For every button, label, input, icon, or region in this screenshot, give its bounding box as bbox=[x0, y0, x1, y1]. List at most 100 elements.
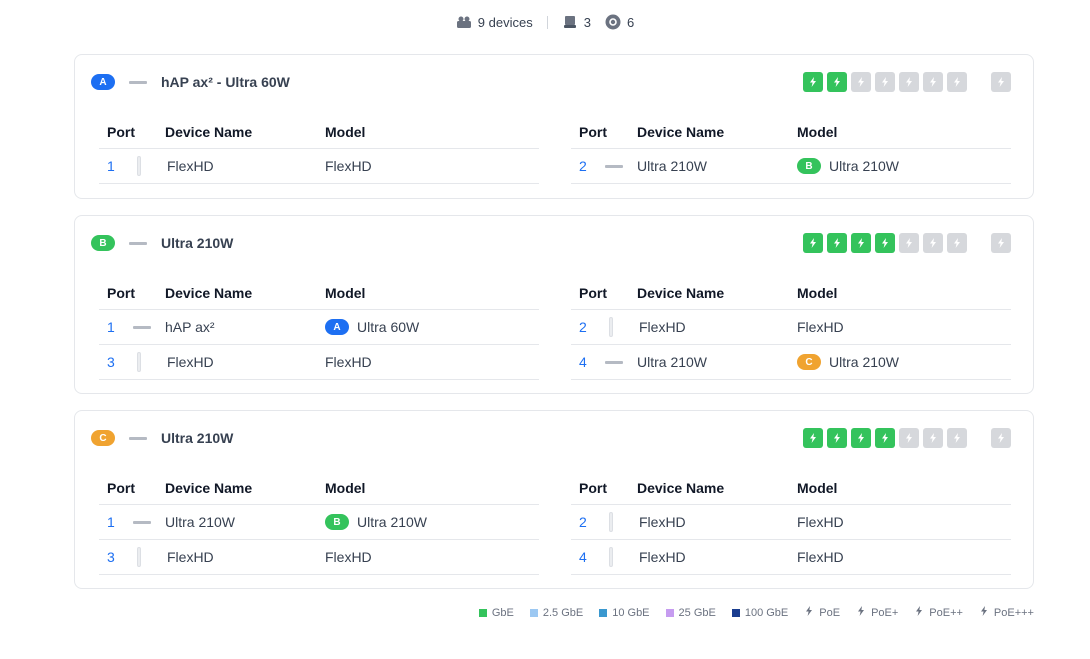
table-row[interactable]: 4 Ultra 210W C Ultra 210W bbox=[571, 345, 1011, 380]
model-cell: FlexHD bbox=[325, 549, 539, 565]
poe-port-icon[interactable] bbox=[851, 72, 871, 92]
table-row[interactable]: 3 FlexHD FlexHD bbox=[99, 540, 539, 575]
ports-table-left: Port Device Name Model 1 Ultra 210W B Ultra 21… bbox=[99, 472, 539, 575]
model-name: Ultra 210W bbox=[357, 514, 428, 530]
legend-item: PoE+ bbox=[856, 606, 898, 619]
port-status-strip bbox=[803, 233, 1011, 253]
port-link[interactable]: 4 bbox=[571, 354, 637, 370]
access-points-count: 6 bbox=[626, 14, 635, 30]
device-name: FlexHD bbox=[639, 514, 686, 530]
switch-device-icon bbox=[133, 325, 151, 329]
legend-label: PoE+ bbox=[871, 606, 899, 619]
table-row[interactable]: 1 FlexHD FlexHD bbox=[99, 149, 539, 184]
port-link[interactable]: 3 bbox=[99, 549, 165, 565]
header-port: Port bbox=[107, 480, 135, 496]
device-badge: B bbox=[91, 235, 115, 251]
device-name: Ultra 210W bbox=[637, 158, 708, 174]
header-model: Model bbox=[797, 124, 838, 140]
poe-port-icon[interactable] bbox=[947, 233, 967, 253]
poe-port-icon[interactable] bbox=[851, 428, 871, 448]
sfp-port-icon[interactable] bbox=[991, 233, 1011, 253]
device-card-c: C Ultra 210W Port Device Name Model 1 Ultra 21… bbox=[74, 410, 1034, 589]
table-row[interactable]: 1 hAP ax² A Ultra 60W bbox=[99, 310, 539, 345]
device-badge[interactable]: B bbox=[325, 514, 349, 530]
switches-count-group: 3 6 bbox=[562, 14, 634, 30]
device-badge[interactable]: C bbox=[797, 354, 821, 370]
port-link[interactable]: 1 bbox=[99, 319, 165, 335]
card-title: hAP ax² - Ultra 60W bbox=[161, 74, 290, 90]
port-link[interactable]: 2 bbox=[571, 319, 637, 335]
legend-label: GbE bbox=[491, 606, 514, 619]
header-model: Model bbox=[325, 124, 366, 140]
port-status-strip bbox=[803, 428, 1011, 448]
poe-icon bbox=[804, 606, 814, 619]
header-device-name: Device Name bbox=[637, 124, 725, 140]
device-name: FlexHD bbox=[639, 319, 686, 335]
device-name: FlexHD bbox=[167, 158, 214, 174]
summary-divider bbox=[546, 15, 548, 29]
table-header: Port Device Name Model bbox=[99, 116, 539, 149]
legend-label: 10 GbE bbox=[612, 606, 650, 619]
port-legend: GbE 2.5 GbE 10 GbE 25 GbE 100 GbE PoE PoE+ PoE+… bbox=[478, 606, 1034, 619]
poe-port-icon[interactable] bbox=[803, 233, 823, 253]
switch-device-icon bbox=[129, 241, 147, 245]
poe-port-icon[interactable] bbox=[875, 233, 895, 253]
table-header: Port Device Name Model bbox=[571, 116, 1011, 149]
poe-port-icon[interactable] bbox=[947, 72, 967, 92]
device-badge[interactable]: A bbox=[325, 319, 349, 335]
device-name-cell: Ultra 210W bbox=[133, 514, 325, 530]
legend-swatch bbox=[599, 608, 608, 617]
table-row[interactable]: 2 FlexHD FlexHD bbox=[571, 310, 1011, 345]
poe-port-icon[interactable] bbox=[803, 428, 823, 448]
switch-device-icon bbox=[605, 164, 623, 168]
header-port: Port bbox=[579, 480, 607, 496]
model-cell: B Ultra 210W bbox=[325, 514, 539, 530]
legend-item: 100 GbE bbox=[731, 607, 788, 619]
poe-port-icon[interactable] bbox=[899, 233, 919, 253]
legend-label: PoE+++ bbox=[993, 606, 1034, 619]
poe-port-icon[interactable] bbox=[875, 428, 895, 448]
table-row[interactable]: 1 Ultra 210W B Ultra 210W bbox=[99, 505, 539, 540]
sfp-port-icon[interactable] bbox=[991, 428, 1011, 448]
sfp-port-icon[interactable] bbox=[991, 72, 1011, 92]
ports-table-right: Port Device Name Model 2 FlexHD FlexHD 4 FlexHD… bbox=[571, 472, 1011, 575]
poe-port-icon[interactable] bbox=[899, 72, 919, 92]
port-link[interactable]: 1 bbox=[99, 514, 165, 530]
device-name-cell: FlexHD bbox=[609, 317, 797, 337]
switch-device-icon bbox=[129, 436, 147, 440]
header-port: Port bbox=[107, 124, 135, 140]
table-row[interactable]: 3 FlexHD FlexHD bbox=[99, 345, 539, 380]
access-point-device-icon bbox=[137, 547, 141, 567]
port-link[interactable]: 1 bbox=[99, 158, 165, 174]
port-link[interactable]: 2 bbox=[571, 514, 637, 530]
table-row[interactable]: 2 FlexHD FlexHD bbox=[571, 505, 1011, 540]
device-name-cell: FlexHD bbox=[137, 352, 325, 372]
port-link[interactable]: 3 bbox=[99, 354, 165, 370]
device-name-cell: Ultra 210W bbox=[605, 158, 797, 174]
poe-port-icon[interactable] bbox=[923, 233, 943, 253]
header-device-name: Device Name bbox=[165, 480, 253, 496]
device-name-cell: FlexHD bbox=[137, 156, 325, 176]
poe-port-icon[interactable] bbox=[947, 428, 967, 448]
port-link[interactable]: 2 bbox=[571, 158, 637, 174]
port-link[interactable]: 4 bbox=[571, 549, 637, 565]
poe-port-icon[interactable] bbox=[875, 72, 895, 92]
poe-port-icon[interactable] bbox=[827, 233, 847, 253]
header-port: Port bbox=[107, 285, 135, 301]
table-row[interactable]: 2 Ultra 210W B Ultra 210W bbox=[571, 149, 1011, 184]
poe-port-icon[interactable] bbox=[899, 428, 919, 448]
model-name: FlexHD bbox=[797, 514, 844, 530]
table-row[interactable]: 4 FlexHD FlexHD bbox=[571, 540, 1011, 575]
card-header: C Ultra 210W bbox=[91, 427, 1011, 449]
poe-port-icon[interactable] bbox=[923, 428, 943, 448]
header-device-name: Device Name bbox=[637, 285, 725, 301]
switch-device-icon bbox=[605, 360, 623, 364]
poe-port-icon[interactable] bbox=[827, 428, 847, 448]
poe-port-icon[interactable] bbox=[803, 72, 823, 92]
ports-table-left: Port Device Name Model 1 FlexHD FlexHD bbox=[99, 116, 539, 184]
poe-port-icon[interactable] bbox=[827, 72, 847, 92]
poe-port-icon[interactable] bbox=[851, 233, 871, 253]
poe-port-icon[interactable] bbox=[923, 72, 943, 92]
device-badge[interactable]: B bbox=[797, 158, 821, 174]
device-card-a: AhAP ax² - Ultra 60W Port Device Name Model… bbox=[74, 54, 1034, 199]
